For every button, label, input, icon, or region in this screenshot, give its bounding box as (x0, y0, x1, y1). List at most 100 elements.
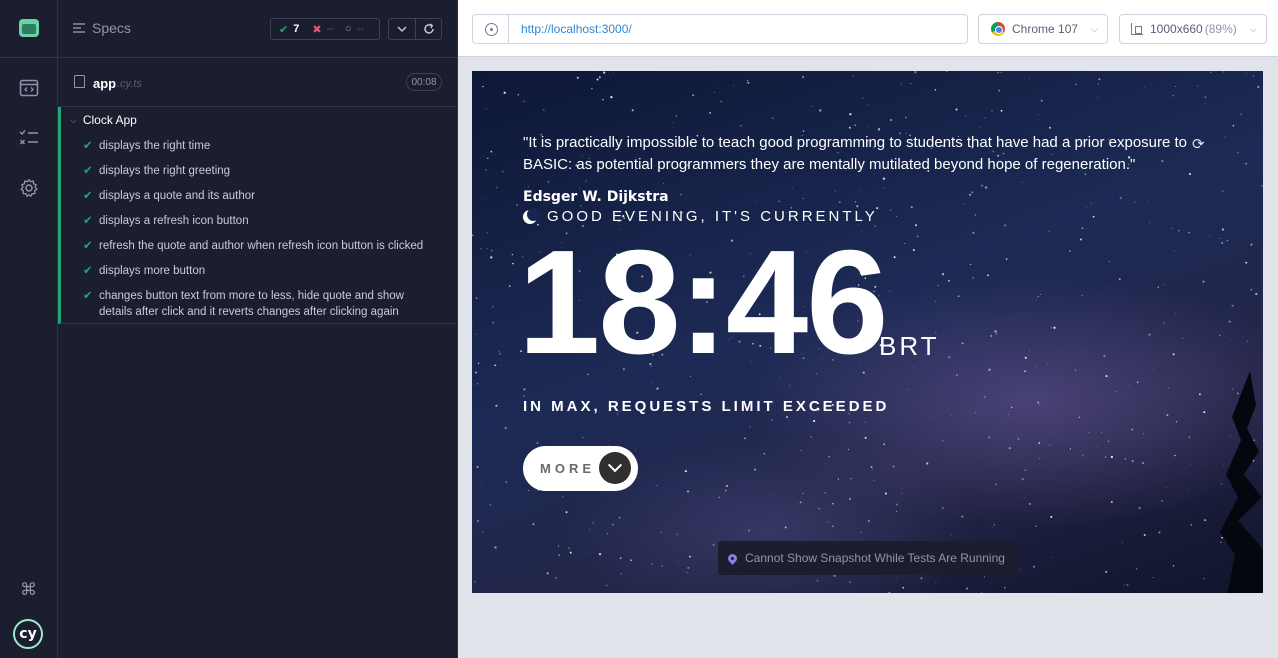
rail-divider (0, 57, 57, 58)
star (1250, 243, 1253, 246)
star (1115, 390, 1117, 393)
star (890, 119, 892, 121)
star (1204, 96, 1207, 98)
rerun-button[interactable] (415, 18, 442, 40)
star (1134, 201, 1136, 203)
star (503, 91, 506, 94)
star (971, 191, 974, 194)
settings-nav-button[interactable] (0, 168, 57, 208)
star (679, 193, 682, 196)
browser-selector[interactable]: Chrome 107 ⌵ (978, 14, 1108, 44)
test-item[interactable]: ✔ displays more button (83, 263, 443, 279)
star (1124, 458, 1127, 460)
star (1224, 136, 1226, 138)
aut-panel: http://localhost:3000/ Chrome 107 ⌵ 1000… (458, 0, 1278, 658)
failed-x-icon: ✖ (312, 23, 322, 36)
star (802, 492, 804, 494)
star (942, 507, 944, 509)
star (1175, 313, 1177, 315)
star (956, 374, 958, 376)
star (988, 368, 991, 371)
spec-file-name: app (93, 76, 117, 91)
star (957, 295, 960, 297)
star (954, 271, 955, 272)
cypress-logo[interactable]: cy (13, 619, 43, 649)
viewport-info[interactable]: 1000x660 (89%) ⌵ (1119, 14, 1267, 44)
star (1037, 114, 1039, 115)
star (1232, 388, 1234, 390)
star (882, 177, 886, 180)
app-logo-icon[interactable] (0, 8, 57, 48)
star (860, 531, 862, 534)
star (984, 117, 987, 119)
keyboard-shortcuts-button[interactable]: ⌘ (0, 570, 57, 610)
star (983, 395, 987, 398)
test-item[interactable]: ✔ displays a refresh icon button (83, 213, 443, 229)
star (1253, 75, 1255, 77)
test-item[interactable]: ✔ changes button text from more to less,… (83, 288, 433, 320)
star (494, 364, 497, 367)
more-button[interactable]: MORE (523, 446, 638, 491)
selector-playground-button[interactable] (472, 14, 509, 44)
suite-header[interactable]: ⌵ Clock App (70, 113, 137, 127)
star (1091, 529, 1092, 530)
star (480, 247, 483, 250)
star (1052, 557, 1053, 558)
collapse-all-button[interactable] (388, 18, 416, 40)
star (997, 71, 999, 74)
test-item[interactable]: ✔ displays a quote and its author (83, 188, 443, 204)
star (946, 71, 948, 72)
star (991, 526, 993, 528)
runs-nav-button[interactable] (0, 118, 57, 158)
star (979, 126, 981, 128)
test-item[interactable]: ✔ refresh the quote and author when refr… (83, 238, 443, 254)
test-item[interactable]: ✔ displays the right time (83, 138, 443, 154)
star (1190, 524, 1193, 526)
specs-toggle[interactable]: Specs (72, 20, 131, 36)
star (1024, 370, 1026, 373)
star (1237, 151, 1240, 154)
spec-file-row[interactable]: app .cy.ts 00:08 (58, 58, 457, 107)
star (819, 109, 822, 112)
star (1209, 235, 1211, 238)
star (546, 572, 549, 575)
star (1121, 541, 1123, 543)
star (884, 187, 885, 189)
star (864, 436, 867, 439)
viewport-icon (1131, 23, 1143, 35)
star (1038, 441, 1041, 444)
star (833, 574, 836, 577)
star (1010, 406, 1013, 409)
star (700, 393, 702, 396)
star (1081, 295, 1083, 297)
star (1037, 401, 1039, 404)
star (1033, 565, 1036, 568)
star (504, 426, 507, 430)
star (663, 183, 665, 185)
star (634, 440, 636, 442)
cypress-logo-text: cy (19, 626, 37, 642)
star (915, 224, 918, 227)
star (1037, 296, 1039, 298)
star (1151, 491, 1153, 493)
url-field[interactable]: http://localhost:3000/ (508, 14, 968, 44)
refresh-quote-icon[interactable]: ⟳ (1192, 135, 1205, 153)
star (536, 442, 539, 445)
star (789, 384, 791, 387)
star (704, 591, 706, 593)
chrome-icon (991, 22, 1005, 36)
star (972, 276, 975, 279)
star (558, 554, 560, 556)
pin-icon (726, 551, 739, 565)
star (477, 171, 479, 173)
star (1143, 533, 1146, 537)
star (1131, 460, 1134, 462)
specs-nav-button[interactable] (0, 68, 57, 108)
test-item[interactable]: ✔ displays the right greeting (83, 163, 443, 179)
star (613, 71, 615, 73)
star (1157, 286, 1159, 288)
star (490, 150, 493, 153)
star (824, 492, 826, 494)
star (854, 124, 856, 127)
star (1175, 421, 1178, 423)
